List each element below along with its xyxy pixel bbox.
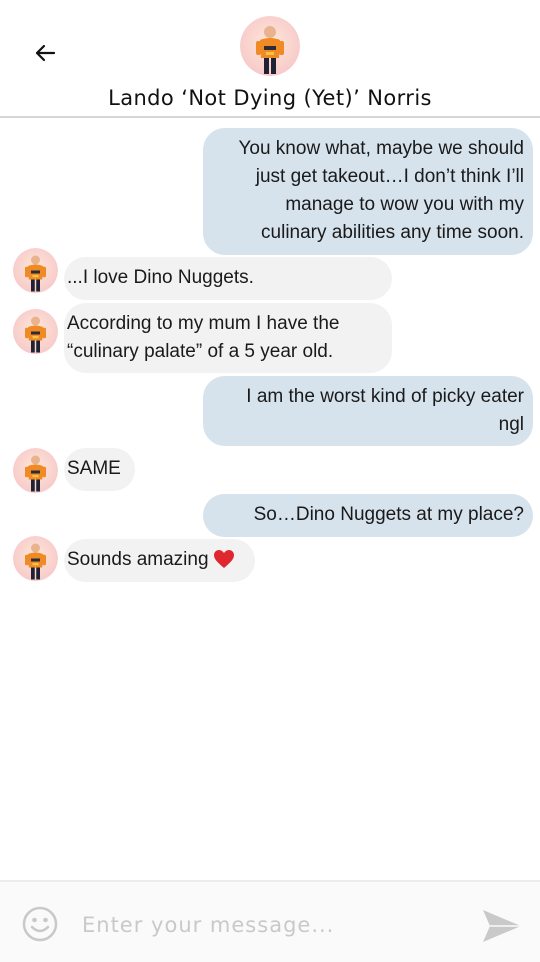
message-line: You know what, maybe we should <box>238 138 524 159</box>
sender-avatar[interactable] <box>13 248 58 293</box>
message-line: ...I love Dino Nuggets. <box>67 267 254 288</box>
red-heart-icon <box>213 549 235 578</box>
send-arrow-icon[interactable] <box>480 910 524 950</box>
message-line: According to my mum I have the <box>67 313 340 334</box>
message-bubble-incoming: SAME <box>64 448 135 491</box>
sender-avatar[interactable] <box>13 309 58 354</box>
back-button[interactable] <box>30 40 60 70</box>
chat-header: Lando ‘Not Dying (Yet)’ Norris <box>0 0 540 118</box>
message-line: manage to wow you with my <box>285 194 524 215</box>
message-line: So…Dino Nuggets at my place? <box>253 504 524 525</box>
message-composer <box>0 880 540 962</box>
message-bubble-incoming: Sounds amazing <box>64 539 255 582</box>
smiley-face-icon[interactable] <box>22 906 58 946</box>
message-line: ngl <box>498 414 524 435</box>
contact-name: Lando ‘Not Dying (Yet)’ Norris <box>108 86 432 110</box>
sender-avatar[interactable] <box>13 536 58 581</box>
message-bubble-outgoing: I am the worst kind of picky eater ngl <box>203 376 533 446</box>
emoji-button[interactable] <box>22 906 58 942</box>
message-line: culinary abilities any time soon. <box>261 222 524 243</box>
message-line-with-icon: Sounds amazing <box>67 546 243 578</box>
message-bubble-outgoing: You know what, maybe we should just get … <box>203 128 533 255</box>
sender-avatar[interactable] <box>13 448 58 493</box>
send-button[interactable] <box>480 906 524 946</box>
message-line: I am the worst kind of picky eater <box>246 386 524 407</box>
message-bubble-incoming: ...I love Dino Nuggets. <box>64 257 392 300</box>
message-text: Sounds amazing <box>67 549 209 570</box>
arrow-left-icon[interactable] <box>32 40 58 71</box>
contact-avatar[interactable] <box>240 16 300 76</box>
message-line: SAME <box>67 458 121 479</box>
message-bubble-incoming: According to my mum I have the “culinary… <box>64 303 392 373</box>
message-line: “culinary palate” of a 5 year old. <box>67 341 334 362</box>
message-bubble-outgoing: So…Dino Nuggets at my place? <box>203 494 533 537</box>
message-line: just get takeout…I don’t think I’ll <box>255 166 524 187</box>
message-input[interactable] <box>80 902 464 948</box>
